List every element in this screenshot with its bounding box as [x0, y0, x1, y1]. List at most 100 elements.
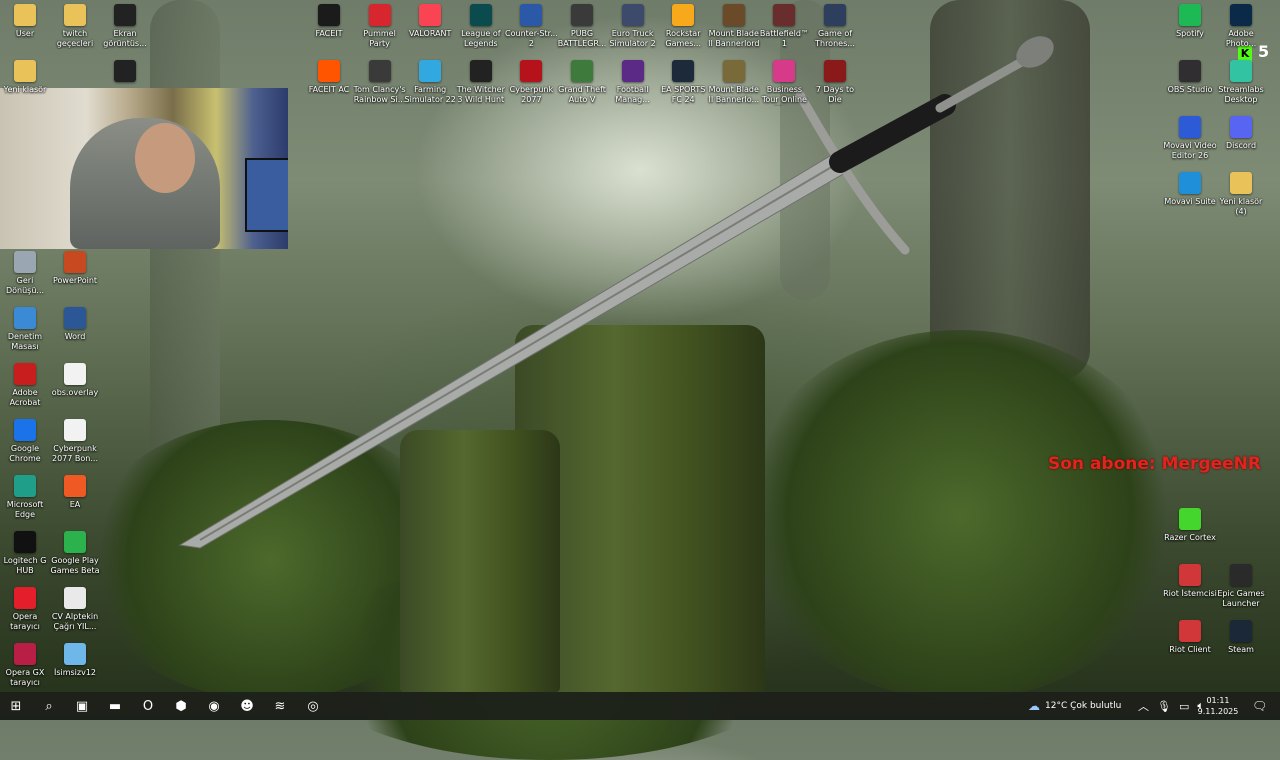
- desktop-icon[interactable]: Grand Theft Auto V: [555, 60, 609, 105]
- gta-icon: [571, 60, 593, 82]
- desktop-icon[interactable]: Word: [48, 307, 102, 342]
- desktop-icon-label: Opera tarayıcı: [10, 612, 40, 631]
- obs-icon[interactable]: ◎: [303, 696, 323, 716]
- spotify-icon: [1179, 4, 1201, 26]
- desktop-icon[interactable]: Counter-Str... 2: [504, 4, 558, 49]
- desktop-icon-label: Cyberpunk 2077: [509, 85, 554, 104]
- desktop-icon-label: Movavi Video Editor 26: [1163, 141, 1217, 160]
- desktop-icon[interactable]: İsimsizv12: [48, 643, 102, 678]
- windows-start-icon[interactable]: ⊞: [6, 696, 26, 716]
- desktop-icon[interactable]: Microsoft Edge: [0, 475, 52, 520]
- desktop-icon[interactable]: Google Play Games Beta: [48, 531, 102, 576]
- desktop-icon[interactable]: FACEIT AC: [302, 60, 356, 95]
- desktop-icon-label: twitch geçecleri: [56, 29, 94, 48]
- desktop-icon[interactable]: Adobe Photo...: [1214, 4, 1268, 49]
- faceit-ac-icon: [318, 60, 340, 82]
- epic-icon: [1230, 564, 1252, 586]
- edge-icon: [14, 475, 36, 497]
- discord-icon[interactable]: ☻: [237, 696, 257, 716]
- folder-icon: [1230, 172, 1252, 194]
- desktop-icon[interactable]: Rockstar Games...: [656, 4, 710, 49]
- desktop-icon[interactable]: Opera tarayıcı: [0, 587, 52, 632]
- desktop-icon[interactable]: twitch geçecleri: [48, 4, 102, 49]
- desktop-icon-label: Yeni klasör: [3, 85, 47, 94]
- google-play-icon: [64, 531, 86, 553]
- desktop-icon[interactable]: Farming Simulator 22: [403, 60, 457, 105]
- desktop-icon[interactable]: EA: [48, 475, 102, 510]
- desktop-icon[interactable]: Yeni klasör (4): [1214, 172, 1268, 217]
- desktop-icon[interactable]: Mount Blade II Bannerlord: [707, 4, 761, 49]
- battlefield-icon: [773, 4, 796, 26]
- desktop-icon[interactable]: The Witcher 3 Wild Hunt: [454, 60, 508, 105]
- weather-widget[interactable]: ☁ 12°C Çok bulutlu: [1028, 692, 1121, 720]
- weather-text: 12°C Çok bulutlu: [1045, 701, 1122, 711]
- opera-icon[interactable]: O: [138, 696, 158, 716]
- desktop-icon[interactable]: Cyberpunk 2077: [504, 60, 558, 105]
- desktop-icon[interactable]: Google Chrome: [0, 419, 52, 464]
- desktop-icon[interactable]: Tom Clancy's Rainbow Si...: [353, 60, 407, 105]
- app-icon[interactable]: ⬢: [171, 696, 191, 716]
- file-explorer-icon[interactable]: ▬: [105, 696, 125, 716]
- desktop-icon[interactable]: EA SPORTS FC 24: [656, 60, 710, 105]
- desktop-icon[interactable]: CV Alptekin Çağrı YIL...: [48, 587, 102, 632]
- chrome-icon[interactable]: ◉: [204, 696, 224, 716]
- search-icon[interactable]: ⌕: [39, 696, 59, 716]
- desktop-icon-label: Battlefield™ 1: [759, 29, 809, 48]
- desktop-icon[interactable]: Business Tour Online Mu...: [757, 60, 811, 106]
- desktop-icon[interactable]: Streamlabs Desktop: [1214, 60, 1268, 105]
- task-view-icon[interactable]: ▣: [72, 696, 92, 716]
- desktop-icon-label: Business Tour Online Mu...: [761, 85, 807, 106]
- desktop-icon[interactable]: Opera GX tarayıcı: [0, 643, 52, 688]
- desktop-icon[interactable]: User: [0, 4, 52, 39]
- desktop-icon[interactable]: Epic Games Launcher: [1214, 564, 1268, 609]
- desktop-icon[interactable]: Geri Dönüşü...: [0, 251, 52, 296]
- desktop-icon-label: Mount Blade II Bannerlo...: [708, 85, 760, 104]
- desktop-icon-label: Farming Simulator 22: [404, 85, 456, 104]
- desktop-icon[interactable]: Game of Thrones...: [808, 4, 862, 49]
- desktop-icon[interactable]: Movavi Video Editor 26: [1163, 116, 1217, 161]
- spotify-icon[interactable]: ≋: [270, 696, 290, 716]
- desktop-icon-label: Discord: [1225, 141, 1257, 150]
- clock[interactable]: 01:11 9.11.2025: [1196, 695, 1240, 717]
- desktop-icon[interactable]: Euro Truck Simulator 2: [606, 4, 660, 49]
- ea-fc-icon: [672, 60, 695, 82]
- desktop-icon[interactable]: VALORANT: [403, 4, 457, 39]
- tray-chevron-icon[interactable]: ︿: [1138, 698, 1149, 714]
- desktop-icon[interactable]: Pummel Party: [353, 4, 407, 49]
- desktop-icon[interactable]: Denetim Masası: [0, 307, 52, 352]
- desktop-icon[interactable]: Movavi Suite: [1163, 172, 1217, 207]
- system-tray: ︿ 🎙︎ ▭ 🔈︎: [1138, 692, 1204, 720]
- desktop-icon[interactable]: obs.overlay: [48, 363, 102, 398]
- logitech-icon: [14, 531, 36, 553]
- folder-icon: [14, 4, 36, 26]
- desktop-icon[interactable]: FACEIT: [302, 4, 356, 39]
- desktop-icon[interactable]: 7 Days to Die: [808, 60, 862, 105]
- desktop-icon[interactable]: Football Manag...: [606, 60, 660, 105]
- desktop-icon[interactable]: Yeni klasör: [0, 60, 52, 95]
- desktop-icon[interactable]: Riot İstemcisi: [1163, 564, 1217, 599]
- desktop-icon-label: Counter-Str... 2: [505, 29, 558, 48]
- desktop-icon[interactable]: Riot Client: [1163, 620, 1217, 655]
- desktop-icon[interactable]: Mount Blade II Bannerlo...: [707, 60, 761, 105]
- desktop-icon[interactable]: Ekran görüntüs...: [98, 4, 152, 49]
- network-icon[interactable]: ▭: [1179, 700, 1189, 713]
- desktop-icon[interactable]: Spotify: [1163, 4, 1217, 39]
- notification-center[interactable]: 🗨︎: [1252, 692, 1267, 720]
- webcam-head: [135, 123, 195, 193]
- microphone-icon[interactable]: 🎙︎: [1157, 700, 1171, 713]
- desktop-icon-label: User: [15, 29, 35, 38]
- pubg-icon: [571, 4, 593, 26]
- desktop-icon[interactable]: OBS Studio: [1163, 60, 1217, 95]
- desktop-icon[interactable]: Logitech G HUB: [0, 531, 52, 576]
- desktop-icon[interactable]: [98, 60, 152, 85]
- desktop-icon[interactable]: League of Legends: [454, 4, 508, 49]
- desktop-icon[interactable]: Discord: [1214, 116, 1268, 151]
- desktop-icon-label: Google Play Games Beta: [50, 556, 100, 575]
- desktop-icon[interactable]: Razer Cortex: [1163, 508, 1217, 543]
- desktop-icon[interactable]: PUBG BATTLEGR...: [555, 4, 609, 49]
- desktop-icon[interactable]: Cyberpunk 2077 Bon...: [48, 419, 102, 464]
- desktop-icon[interactable]: Battlefield™ 1: [757, 4, 811, 49]
- desktop-icon[interactable]: PowerPoint: [48, 251, 102, 286]
- desktop-icon[interactable]: Steam: [1214, 620, 1268, 655]
- desktop-icon[interactable]: Adobe Acrobat: [0, 363, 52, 408]
